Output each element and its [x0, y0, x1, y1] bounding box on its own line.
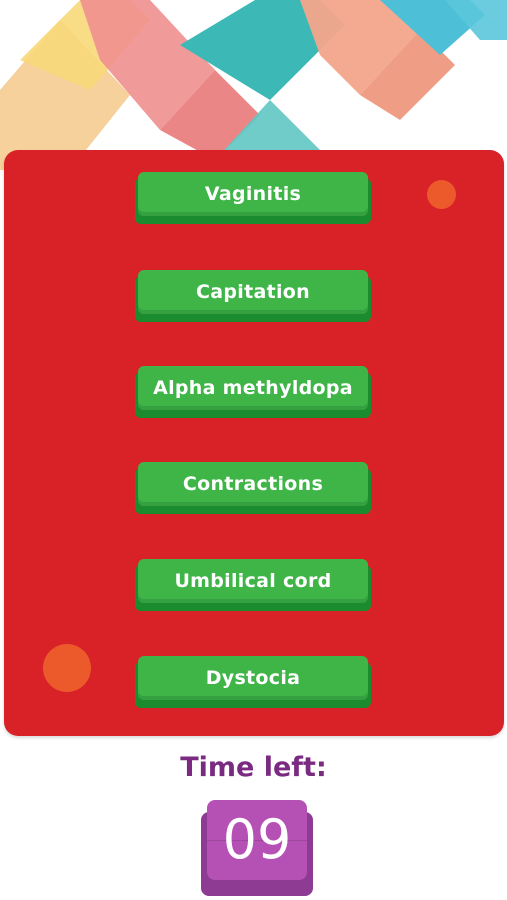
- answer-label: Capitation: [196, 281, 310, 303]
- answer-card: Vaginitis Capitation Alpha methyldopa Co…: [4, 150, 504, 736]
- answer-label: Contractions: [182, 473, 324, 495]
- time-left-label: Time left:: [180, 752, 327, 783]
- decorative-dot: [43, 644, 91, 692]
- answer-button-capitation[interactable]: Capitation: [135, 270, 371, 322]
- countdown-value: 09: [222, 808, 292, 871]
- answer-label: Umbilical cord: [174, 570, 332, 592]
- answer-label: Alpha methyldopa: [153, 377, 353, 399]
- countdown-timer: 09: [201, 800, 313, 896]
- decorative-dot: [427, 180, 456, 209]
- banner-graphic: [0, 0, 507, 170]
- answer-button-alpha-methyldopa[interactable]: Alpha methyldopa: [135, 366, 371, 418]
- answer-button-umbilical-cord[interactable]: Umbilical cord: [135, 559, 371, 611]
- answer-button-contractions[interactable]: Contractions: [135, 462, 371, 514]
- answer-button-dystocia[interactable]: Dystocia: [135, 656, 371, 708]
- answer-button-vaginitis[interactable]: Vaginitis: [135, 172, 371, 224]
- decorative-banner: [0, 0, 507, 170]
- answer-label: Vaginitis: [204, 183, 302, 205]
- answer-label: Dystocia: [205, 667, 301, 689]
